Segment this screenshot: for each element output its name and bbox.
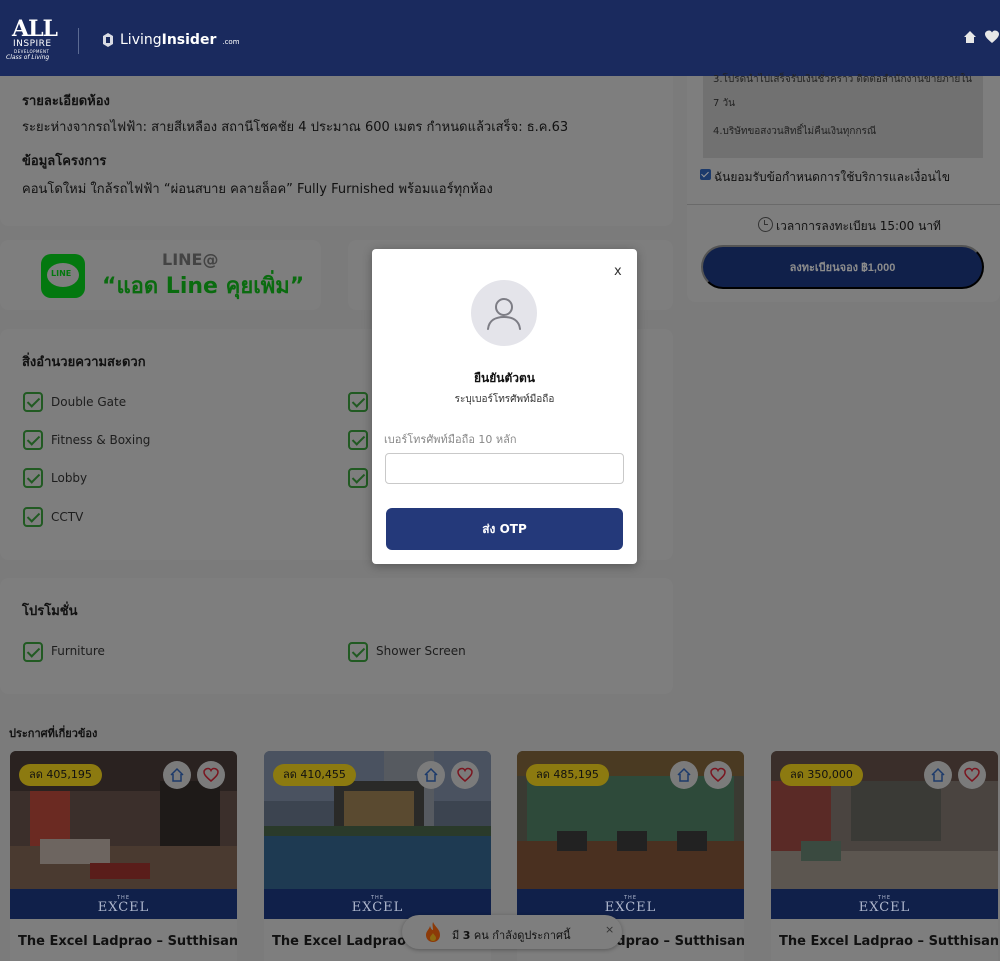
phone-input[interactable]: [385, 453, 624, 484]
viewers-notice: มี 3 คน กำลังดูประกาศนี้ ×: [402, 915, 622, 949]
viewers-text: มี 3 คน กำลังดูประกาศนี้: [452, 926, 571, 944]
heart-icon[interactable]: [197, 761, 225, 789]
registration-timer: เวลาการลงทะเบียน 15:00 นาที: [776, 219, 941, 233]
book-button[interactable]: ลงทะเบียนจอง ฿1,000: [701, 245, 984, 289]
project-info-title: ข้อมูลโครงการ: [22, 154, 107, 169]
project-info-text: คอนโดใหม่ ใกล้รถไฟฟ้า “ผ่อนสบาย คลายล็อค…: [22, 182, 493, 197]
home-icon[interactable]: [417, 761, 445, 789]
agree-terms-checkbox[interactable]: [700, 169, 711, 180]
send-otp-button[interactable]: ส่ง OTP: [386, 508, 623, 550]
living-insider-mark-icon: [103, 33, 113, 47]
listing-name[interactable]: The Excel Ladprao – Sutthisan: [779, 934, 998, 949]
home-icon[interactable]: [924, 761, 952, 789]
heart-icon[interactable]: [984, 29, 1000, 45]
details-panel: รายละเอียดห้อง ระยะห่างจากรถไฟฟ้า: สายสี…: [0, 76, 673, 226]
partner-logo-regular: Living: [120, 32, 162, 48]
line-at-label: LINE@: [162, 250, 219, 269]
fire-icon: [426, 922, 440, 942]
room-details-text: ระยะห่างจากรถไฟฟ้า: สายสีเหลือง สถานีโชค…: [22, 120, 569, 135]
brand-strip: THE EXCEL: [771, 889, 998, 919]
related-listings-title: ประกาศที่เกี่ยวข้อง: [9, 727, 98, 740]
facility-check-icon: [23, 468, 43, 488]
clock-icon: [758, 217, 773, 232]
promotion-check-icon: [348, 642, 368, 662]
close-icon[interactable]: x: [614, 264, 622, 279]
brand-name: EXCEL: [351, 900, 404, 915]
facility-label: Fitness & Boxing: [51, 433, 151, 447]
modal-subtitle: ระบุเบอร์โทรศัพท์มือถือ: [454, 394, 555, 405]
term-3-line2: 7 วัน: [713, 98, 735, 109]
listing-name[interactable]: The Excel Ladprao – Sutthisan: [18, 934, 237, 949]
facility-check-icon: [348, 392, 368, 412]
logo-line2: INSPIRE: [13, 39, 52, 49]
heart-icon[interactable]: [451, 761, 479, 789]
facility-check-icon: [23, 507, 43, 527]
discount-badge: ลด 485,195: [526, 764, 609, 786]
home-icon[interactable]: [670, 761, 698, 789]
partner-logo-suffix: .com: [222, 38, 240, 46]
discount-badge: ลด 405,195: [19, 764, 102, 786]
brand-name: EXCEL: [604, 900, 657, 915]
listing-card[interactable]: ลด 350,000 THE EXCEL The Excel Ladprao – …: [771, 751, 998, 961]
facility-check-icon: [23, 430, 43, 450]
home-icon[interactable]: [163, 761, 191, 789]
line-logo-text: LINE: [51, 269, 72, 278]
room-details-title: รายละเอียดห้อง: [22, 94, 110, 109]
discount-badge: ลด 410,455: [273, 764, 356, 786]
promotion-label: Furniture: [51, 644, 105, 658]
facility-check-icon: [348, 468, 368, 488]
close-icon[interactable]: ×: [605, 923, 614, 936]
living-insider-logo[interactable]: LivingInsider .com: [102, 32, 240, 48]
modal-title: ยืนยันตัวตน: [474, 371, 535, 385]
phone-field-label: เบอร์โทรศัพท์มือถือ 10 หลัก: [384, 433, 517, 446]
line-headline: “แอด Line คุยเพิ่ม”: [102, 274, 305, 299]
viewers-count: 3: [462, 929, 471, 942]
facility-label: CCTV: [51, 510, 84, 524]
booking-terms-box: 3.โปรดนำไปเสร็จรับเงินชั่วคราว ติดต่อสำน…: [703, 74, 983, 158]
avatar: [471, 280, 537, 346]
promotion-check-icon: [23, 642, 43, 662]
brand-name: EXCEL: [97, 900, 150, 915]
user-icon: [487, 298, 521, 330]
header-icons: [962, 29, 1000, 45]
logo-tagline: Class of Living: [6, 54, 50, 61]
otp-verification-modal: x ยืนยันตัวตน ระบุเบอร์โทรศัพท์มือถือ เบ…: [372, 249, 637, 564]
booking-divider: [687, 204, 1000, 205]
agree-terms-label[interactable]: ฉันยอมรับข้อกำหนดการใช้บริการและเงื่อนไข: [714, 168, 950, 187]
promotion-title: โปรโมชั่น: [22, 604, 78, 619]
promotion-label: Shower Screen: [376, 644, 466, 658]
home-icon[interactable]: [962, 29, 978, 45]
line-logo-icon: LINE: [41, 254, 85, 298]
facility-label: Lobby: [51, 471, 88, 485]
term-4: 4.บริษัทขอสงวนสิทธิ์ไม่คืนเงินทุกกรณี: [713, 126, 877, 137]
logo-divider: [78, 28, 79, 54]
heart-icon[interactable]: [704, 761, 732, 789]
listing-card[interactable]: ลด 405,195 THE EXCEL The Excel Ladprao – …: [10, 751, 237, 961]
discount-badge: ลด 350,000: [780, 764, 863, 786]
viewers-prefix: มี: [452, 929, 460, 942]
term-3-line1: 3.โปรดนำไปเสร็จรับเงินชั่วคราว ติดต่อสำน…: [713, 74, 972, 85]
brand-name: EXCEL: [858, 900, 911, 915]
top-bar: ALL INSPIRE DEVELOPMENT Class of Living …: [0, 0, 1000, 76]
brand-strip: THE EXCEL: [10, 889, 237, 919]
facility-check-icon: [23, 392, 43, 412]
partner-logo-bold: Insider: [161, 32, 217, 48]
promotion-panel: โปรโมชั่น: [0, 578, 673, 694]
heart-icon[interactable]: [958, 761, 986, 789]
facility-label: Double Gate: [51, 395, 127, 409]
viewers-suffix: คน กำลังดูประกาศนี้: [473, 929, 571, 942]
facility-check-icon: [348, 430, 368, 450]
facilities-title: สิ่งอำนวยความสะดวก: [22, 355, 146, 370]
all-inspire-logo[interactable]: ALL INSPIRE DEVELOPMENT Class of Living: [6, 14, 62, 62]
